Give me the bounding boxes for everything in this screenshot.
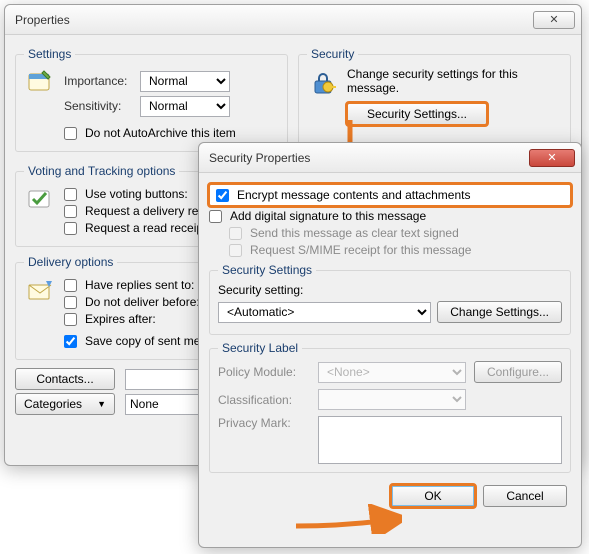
security-settings-button[interactable]: Security Settings... (347, 103, 487, 125)
security-desc: Change security settings for this messag… (347, 67, 562, 95)
close-button[interactable]: ✕ (529, 149, 575, 167)
use-voting-label: Use voting buttons: (85, 187, 188, 201)
privacy-mark-field (318, 416, 562, 464)
savecopy-label: Save copy of sent mes (85, 334, 206, 348)
security-label-legend: Security Label (218, 341, 302, 355)
expires-checkbox[interactable] (64, 313, 77, 326)
security-title: Security Properties (209, 151, 525, 165)
encrypt-checkbox[interactable] (216, 189, 229, 202)
security-legend: Security (307, 47, 358, 61)
read-receipt-checkbox[interactable] (64, 222, 77, 235)
policy-select: <None> (318, 362, 466, 383)
properties-title: Properties (15, 13, 529, 27)
voting-icon (24, 184, 56, 216)
autoarchive-label: Do not AutoArchive this item (85, 126, 236, 140)
importance-label: Importance: (64, 74, 134, 88)
chevron-down-icon: ▼ (97, 399, 106, 409)
configure-button: Configure... (474, 361, 562, 383)
cleartext-label: Send this message as clear text signed (250, 226, 459, 240)
security-setting-select[interactable]: <Automatic> (218, 302, 431, 323)
lock-icon (307, 67, 339, 99)
cancel-button[interactable]: Cancel (483, 485, 567, 507)
replies-checkbox[interactable] (64, 279, 77, 292)
settings-icon (24, 67, 56, 99)
security-titlebar: Security Properties ✕ (199, 143, 581, 173)
cleartext-checkbox (229, 227, 242, 240)
delivery-receipt-checkbox[interactable] (64, 205, 77, 218)
use-voting-checkbox[interactable] (64, 188, 77, 201)
smime-checkbox (229, 244, 242, 257)
delivery-icon (24, 275, 56, 307)
read-receipt-label: Request a read receip (85, 221, 203, 235)
categories-button-label: Categories (24, 397, 82, 411)
security-label-group: Security Label Policy Module: <None> Con… (209, 341, 571, 473)
smime-label: Request S/MIME receipt for this message (250, 243, 471, 257)
nodeliver-checkbox[interactable] (64, 296, 77, 309)
autoarchive-checkbox[interactable] (64, 127, 77, 140)
encrypt-label: Encrypt message contents and attachments (237, 188, 470, 202)
replies-label: Have replies sent to: (85, 278, 194, 292)
sensitivity-label: Sensitivity: (64, 99, 134, 113)
sign-label: Add digital signature to this message (230, 209, 426, 223)
change-settings-button[interactable]: Change Settings... (437, 301, 562, 323)
classification-select (318, 389, 466, 410)
nodeliver-label: Do not deliver before: (85, 295, 200, 309)
settings-legend: Settings (24, 47, 75, 61)
security-properties-dialog: Security Properties ✕ Encrypt message co… (198, 142, 582, 548)
categories-button[interactable]: Categories ▼ (15, 393, 115, 415)
security-setting-label: Security setting: (218, 283, 562, 297)
expires-label: Expires after: (85, 312, 156, 326)
savecopy-checkbox[interactable] (64, 335, 77, 348)
delivery-receipt-label: Request a delivery rec (85, 204, 204, 218)
sensitivity-select[interactable]: Normal (140, 96, 230, 117)
delivery-legend: Delivery options (24, 255, 117, 269)
voting-legend: Voting and Tracking options (24, 164, 179, 178)
contacts-button[interactable]: Contacts... (15, 368, 115, 390)
ok-button[interactable]: OK (391, 485, 475, 507)
settings-group: Settings Importance: Normal Sensitivity:… (15, 47, 288, 152)
security-settings-group: Security Settings Security setting: <Aut… (209, 263, 571, 335)
policy-label: Policy Module: (218, 365, 310, 379)
sign-checkbox[interactable] (209, 210, 222, 223)
close-button[interactable]: ✕ (533, 11, 575, 29)
classification-label: Classification: (218, 393, 310, 407)
privacy-label: Privacy Mark: (218, 416, 310, 430)
properties-titlebar: Properties ✕ (5, 5, 581, 35)
importance-select[interactable]: Normal (140, 71, 230, 92)
security-settings-legend: Security Settings (218, 263, 316, 277)
security-group: Security Change security settings for th… (298, 47, 571, 152)
